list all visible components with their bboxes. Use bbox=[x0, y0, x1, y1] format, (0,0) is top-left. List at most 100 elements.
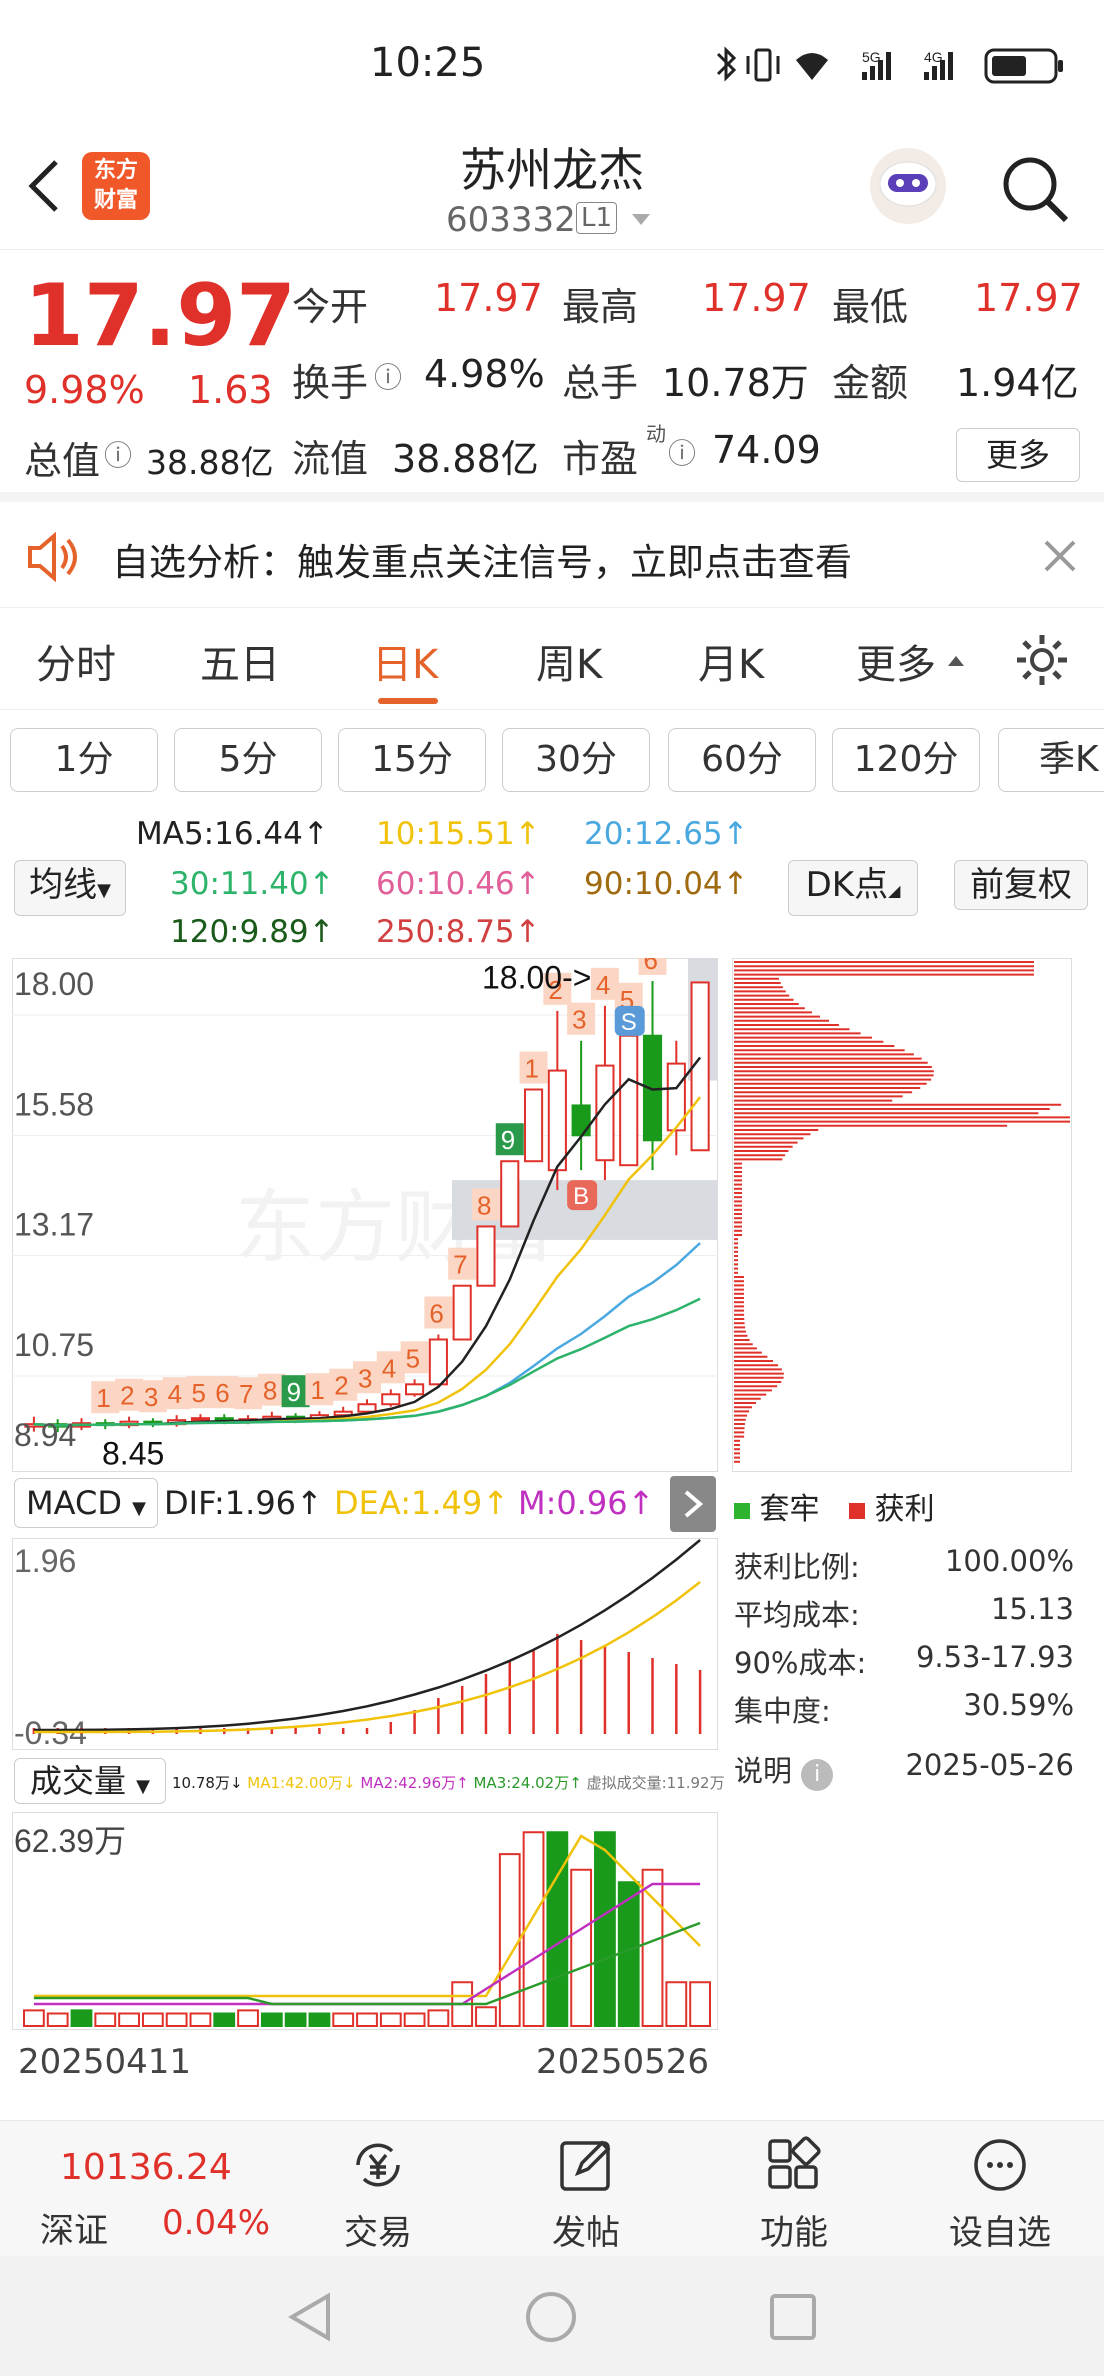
period-quarter[interactable]: 季K bbox=[998, 728, 1104, 792]
nav-recents-icon[interactable] bbox=[766, 2290, 820, 2344]
chip-stat-label: 获利比例: bbox=[734, 1550, 860, 1584]
info-icon[interactable]: ⓘ bbox=[104, 434, 132, 474]
pe-info-icon[interactable]: ⓘ bbox=[668, 432, 696, 472]
kline-chart[interactable]: 东方财富1 2 3 4 5 6 7 8 9 1 2 3 4 567891234 56SB18.0015.58… bbox=[12, 958, 718, 1472]
tab-weekly-k[interactable]: 周K bbox=[536, 632, 602, 690]
index-name[interactable]: 深证 bbox=[40, 2203, 108, 2252]
dk-caret-icon: ◢ bbox=[888, 881, 901, 900]
notice-bar[interactable]: 自选分析：触发重点关注信号，立即点击查看 bbox=[0, 508, 1104, 608]
change-percent: 9.98% bbox=[24, 368, 145, 412]
indicator-select-label: 均线 bbox=[29, 865, 98, 905]
ma120-label: 120:9.89↑ bbox=[170, 914, 335, 950]
dropdown-icon[interactable] bbox=[630, 212, 652, 228]
candle bbox=[452, 1284, 472, 1341]
search-icon[interactable] bbox=[1000, 154, 1072, 226]
period-15min[interactable]: 15分 bbox=[338, 728, 486, 792]
watchlist-settings-label: 设自选 bbox=[949, 2213, 1051, 2253]
volume-chart[interactable]: 62.39万 bbox=[12, 1812, 718, 2030]
volume-bar bbox=[403, 2012, 426, 2027]
profit-label: 获利 bbox=[874, 1492, 935, 1527]
caret-up-icon bbox=[948, 656, 964, 666]
tab-intraday[interactable]: 分时 bbox=[36, 632, 116, 690]
index-value[interactable]: 10136.24 bbox=[60, 2147, 232, 2188]
y-tick-label: 15.58 bbox=[14, 1086, 94, 1122]
macd-select[interactable]: MACD ▼ bbox=[14, 1478, 158, 1528]
level-badge[interactable]: L1 bbox=[576, 202, 618, 234]
sell-mark: S bbox=[614, 1005, 645, 1036]
td-signal-label: 1 bbox=[96, 1383, 110, 1413]
battery-icon bbox=[984, 48, 1063, 84]
nav-home-icon[interactable] bbox=[524, 2290, 578, 2344]
ma5-label: MA5:16.44↑ bbox=[136, 816, 329, 852]
ma30-label: 30:11.40↑ bbox=[170, 866, 335, 902]
yen-cycle-icon bbox=[356, 2143, 400, 2187]
info-circle-icon: i bbox=[801, 1759, 834, 1791]
volume-caret-icon: ▼ bbox=[136, 1776, 151, 1797]
y-tick-label: 18.00 bbox=[14, 966, 94, 1002]
ma60-label: 60:10.46↑ bbox=[376, 866, 541, 902]
dk-select[interactable]: DK点◢ bbox=[788, 860, 918, 916]
post-button[interactable]: 发帖 bbox=[516, 2121, 656, 2254]
volume-bar bbox=[46, 2012, 69, 2027]
grid-icon bbox=[768, 2136, 821, 2189]
period-5min[interactable]: 5分 bbox=[174, 728, 322, 792]
td-signal-label: 4 bbox=[596, 970, 610, 1000]
watchlist-settings-button[interactable]: 设自选 bbox=[930, 2121, 1070, 2254]
tab-daily-k[interactable]: 日K bbox=[372, 632, 438, 690]
amount-label: 金额 bbox=[832, 361, 909, 405]
robot-avatar-icon[interactable] bbox=[866, 144, 950, 228]
y-tick-label: 10.75 bbox=[14, 1327, 94, 1363]
chip-legend: 套牢 获利 bbox=[734, 1484, 935, 1528]
adjust-button[interactable]: 前复权 bbox=[954, 860, 1088, 910]
candle bbox=[523, 1088, 544, 1163]
nav-back-icon[interactable] bbox=[284, 2290, 338, 2344]
trapped-label: 套牢 bbox=[759, 1492, 820, 1527]
chip-distribution-chart bbox=[732, 958, 1072, 1472]
explain-label: 说明 bbox=[734, 1754, 793, 1788]
turnover-info-icon[interactable]: ⓘ bbox=[374, 356, 402, 396]
period-1min[interactable]: 1分 bbox=[10, 728, 158, 792]
more-button[interactable]: 更多 bbox=[956, 428, 1080, 482]
indicator-caret-icon: ▼ bbox=[97, 880, 111, 901]
chart-tabs: 分时 五日 日K 周K 月K 更多 bbox=[0, 610, 1104, 710]
td-signal-label: 6 bbox=[644, 958, 658, 975]
candle bbox=[500, 1160, 520, 1228]
candle-body bbox=[357, 1403, 377, 1413]
turnover-label: 换手 bbox=[292, 361, 369, 405]
volume-select-label: 成交量 bbox=[29, 1762, 126, 1800]
notice-text[interactable]: 自选分析：触发重点关注信号，立即点击查看 bbox=[112, 532, 852, 586]
chip-explain-link[interactable]: 说明 i bbox=[734, 1748, 834, 1791]
tab-more[interactable]: 更多 bbox=[856, 632, 936, 690]
volume-bar bbox=[570, 1868, 593, 2027]
candle-body bbox=[405, 1383, 425, 1396]
td-signal-label: 4 bbox=[382, 1353, 396, 1383]
period-120min[interactable]: 120分 bbox=[832, 728, 980, 792]
volume-select[interactable]: 成交量 ▼ bbox=[14, 1758, 166, 1804]
td-signal-label: 8 bbox=[477, 1190, 491, 1220]
td-signal: 6 bbox=[424, 1296, 453, 1329]
td-signal-label: 5 bbox=[191, 1378, 205, 1408]
expand-button[interactable] bbox=[670, 1476, 716, 1532]
macd-chart[interactable]: 1.96-0.34 bbox=[12, 1538, 718, 1750]
candle-body bbox=[619, 1034, 639, 1167]
gear-icon[interactable] bbox=[1014, 632, 1070, 688]
indicator-select[interactable]: 均线▼ bbox=[14, 860, 126, 916]
sell-mark-label: S bbox=[621, 1009, 637, 1036]
period-30min[interactable]: 30分 bbox=[502, 728, 650, 792]
trade-button[interactable]: 交易 bbox=[308, 2121, 448, 2254]
active-tab-indicator bbox=[378, 698, 438, 704]
period-60min[interactable]: 60分 bbox=[668, 728, 816, 792]
volume-bar bbox=[689, 1981, 712, 2027]
td-signal-label: 9 bbox=[287, 1377, 301, 1407]
td-signal-label: 3 bbox=[358, 1363, 372, 1393]
tab-monthly-k[interactable]: 月K bbox=[698, 632, 764, 690]
td-signal-label: 7 bbox=[453, 1250, 467, 1280]
more-dots-icon bbox=[974, 2139, 1026, 2191]
close-icon[interactable] bbox=[1042, 538, 1078, 574]
tab-five-day[interactable]: 五日 bbox=[200, 632, 280, 690]
function-label: 功能 bbox=[760, 2213, 828, 2253]
index-change[interactable]: 0.04% bbox=[162, 2203, 270, 2243]
low-marker: 8.45 bbox=[102, 1436, 164, 1472]
function-button[interactable]: 功能 bbox=[724, 2121, 864, 2254]
post-label: 发帖 bbox=[552, 2213, 620, 2253]
